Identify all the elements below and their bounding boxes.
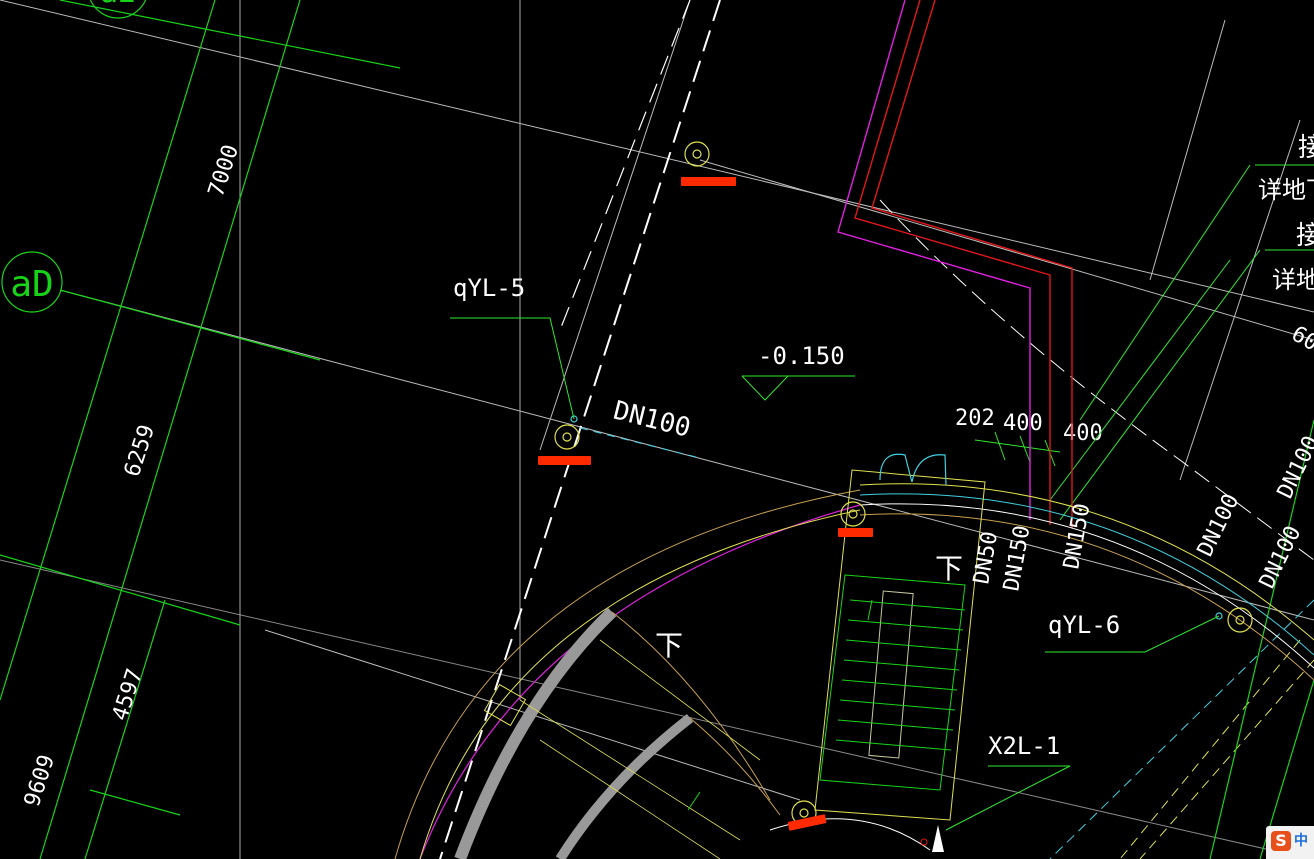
label-note2: 详地	[1272, 266, 1314, 294]
label-dn150-a: DN150	[999, 523, 1035, 593]
dim-9609: 9609	[20, 752, 60, 810]
label-qyl5: qYL-5	[453, 274, 525, 302]
label-dn100-main: DN100	[610, 396, 693, 444]
dim-202: 202	[955, 406, 995, 431]
axis-bubble-label: aD	[10, 264, 53, 305]
dimension-labels: 7000 6259 4597 9609 202 400 400 60	[20, 142, 1314, 810]
cad-drawing-canvas[interactable]: aD a2 7000 6259 4597 9609 202 400 400 60	[0, 0, 1314, 859]
leader-lines	[450, 317, 1220, 831]
stair-down-label: 下	[935, 552, 963, 585]
dim-60: 60	[1287, 322, 1314, 357]
dim-400-a: 400	[1003, 411, 1043, 436]
ime-mode-label[interactable]: 中	[1294, 832, 1308, 850]
label-elevation: -0.150	[758, 342, 845, 370]
label-qyl6: qYL-6	[1048, 611, 1120, 639]
ime-status-widget[interactable]: S 中	[1266, 826, 1314, 859]
label-dn50: DN50	[969, 530, 1003, 587]
label-jie2: 接	[1296, 221, 1314, 251]
dim-4597: 4597	[108, 666, 148, 724]
sogou-ime-icon[interactable]: S	[1271, 831, 1291, 851]
label-x2l1: X2L-1	[988, 732, 1060, 760]
label-jie1: 接	[1298, 133, 1314, 163]
curved-building	[394, 483, 1314, 859]
axis-bubble-aD[interactable]: aD	[1, 251, 63, 313]
label-note1: 详地下	[1258, 176, 1314, 204]
dim-6259: 6259	[120, 422, 160, 480]
ramp-down-label: 下	[655, 629, 683, 662]
label-dn100-r3: DN100	[1255, 522, 1307, 592]
dim-400-b: 400	[1063, 421, 1103, 446]
label-dn100-r1: DN100	[1193, 490, 1245, 560]
dashed-boundaries	[439, 0, 1314, 859]
axis-bubble-label: a2	[100, 0, 136, 10]
dim-7000: 7000	[204, 142, 244, 200]
dimension-ticks	[974, 164, 1314, 521]
label-dn100-r2: DN100	[1273, 432, 1314, 502]
stairwell	[687, 453, 986, 821]
door-marker	[920, 825, 944, 852]
